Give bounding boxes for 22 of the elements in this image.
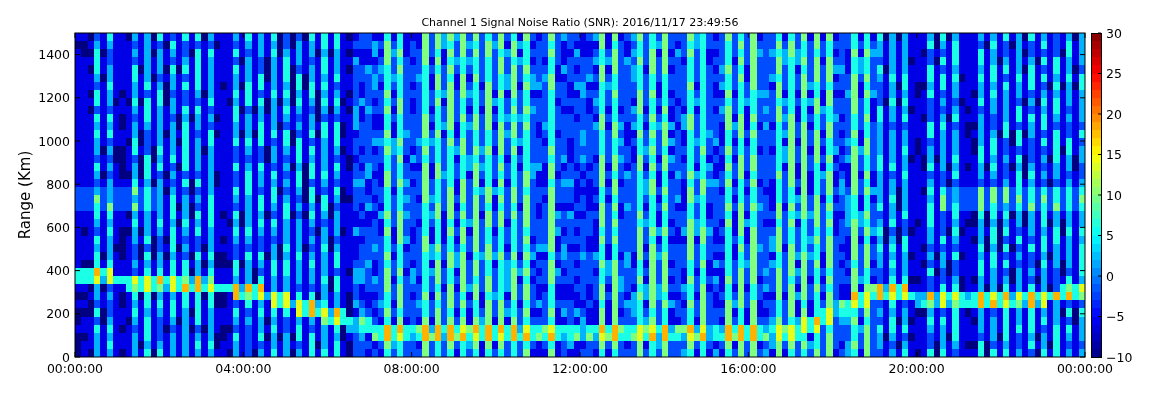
y-tick-label: 1200 xyxy=(38,90,70,106)
colorbar-tick-label: 15 xyxy=(1106,147,1122,162)
y-tick-label: 800 xyxy=(46,176,70,192)
colorbar-tick-label: 30 xyxy=(1106,25,1122,41)
colorbar-tick-label: 5 xyxy=(1106,228,1114,243)
colorbar-tick-label: 10 xyxy=(1106,187,1122,203)
axis-label: Range (Km) xyxy=(16,150,34,240)
y-tick-label: 400 xyxy=(46,263,70,279)
colorbar-tick-label: 20 xyxy=(1106,106,1122,122)
colorbar-tick-label: 0 xyxy=(1106,268,1114,284)
colorbar-tick-label: 25 xyxy=(1106,66,1122,81)
y-tick-label: 600 xyxy=(46,219,70,235)
plot-title: Channel 1 Signal Noise Ratio (SNR): 2016/11/17 23:49:56 xyxy=(421,16,739,29)
colorbar-tick-label: −5 xyxy=(1106,309,1125,324)
x-tick-label: 16:00:00 xyxy=(720,361,777,376)
x-tick-label: 08:00:00 xyxy=(383,361,440,376)
y-tick-label: 1000 xyxy=(38,133,70,149)
x-tick-label: 20:00:00 xyxy=(888,361,945,376)
y-tick-label: 1400 xyxy=(38,47,70,63)
y-tick-label: 200 xyxy=(46,306,70,322)
x-tick-label: 04:00:00 xyxy=(215,361,272,376)
x-tick-label: 12:00:00 xyxy=(551,361,609,376)
